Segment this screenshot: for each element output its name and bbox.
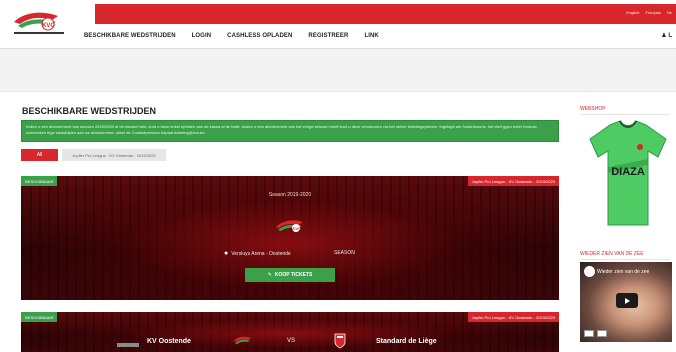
video-heading: WIEDER ZIEN VAN DE ZEE — [580, 251, 644, 257]
nav-link[interactable]: LINK — [364, 33, 378, 39]
svg-text:KVO: KVO — [293, 226, 302, 231]
kvo-card-logo: KVO — [276, 220, 303, 232]
match-card-season: BESCHIKBAAR Jupiler Pro League - KV Oost… — [21, 176, 559, 300]
status-badge: BESCHIKBAAR — [21, 312, 58, 322]
hero-divider — [0, 91, 676, 92]
status-badge: BESCHIKBAAR — [21, 176, 58, 186]
lang-dutch[interactable]: Ne — [667, 10, 672, 15]
kvo-logo[interactable]: KVO — [12, 8, 66, 38]
main-nav: BESCHIKBARE WEDSTRIJDEN LOGIN CASHLESS O… — [84, 33, 379, 39]
match-card-game: BESCHIKBAAR Jupiler Pro League - KV Oost… — [21, 312, 559, 352]
user-menu[interactable]: ♟ L — [661, 32, 672, 39]
play-icon — [625, 297, 630, 304]
nav-registreer[interactable]: REGISTREER — [308, 33, 348, 39]
venue-info: ● Versluys Arena - Oostende — [224, 250, 291, 257]
lang-french[interactable]: Français — [646, 10, 661, 15]
svg-text:KVO: KVO — [42, 23, 55, 29]
page-title: BESCHIKBARE WEDSTRIJDEN — [22, 106, 157, 116]
home-team: KV Oostende — [147, 338, 191, 345]
lang-english[interactable]: English — [626, 10, 639, 15]
nav-login[interactable]: LOGIN — [192, 33, 212, 39]
versus-label: VS — [287, 338, 296, 344]
nav-beschikbare-wedstrijden[interactable]: BESCHIKBARE WEDSTRIJDEN — [84, 33, 176, 39]
video-player[interactable]: Wieder zien van de zee — [580, 262, 672, 342]
channel-avatar[interactable] — [584, 266, 595, 277]
buy-tickets-button[interactable]: ✎ KOOP TICKETS — [245, 268, 335, 282]
ticket-icon: ✎ — [267, 272, 272, 278]
shirt-sponsor-text: DIAZA — [611, 166, 645, 178]
buy-tickets-label: KOOP TICKETS — [274, 272, 313, 278]
home-team-logo — [234, 336, 251, 344]
user-icon: ♟ — [661, 33, 667, 39]
language-switcher: English Français Ne — [626, 10, 672, 15]
hero-banner — [0, 49, 676, 91]
user-label: L — [668, 33, 672, 39]
season-tag: SEASON — [334, 250, 355, 256]
webshop-shirt-image[interactable]: DIAZA — [582, 117, 674, 233]
info-alert: Indien u een abonnement van seizoen 2019… — [21, 120, 559, 142]
season-title: Season 2019-2020 — [268, 192, 312, 198]
league-badge: Jupiler Pro League - KV Oostende - 2019/… — [467, 312, 559, 322]
filter-bar: All Jupiler Pro League - KV Oostende - 2… — [21, 149, 166, 161]
webshop-heading: WEBSHOP — [580, 106, 606, 112]
nav-cashless-opladen[interactable]: CASHLESS OPLADEN — [227, 33, 292, 39]
league-badge: Jupiler Pro League - KV Oostende - 2019/… — [467, 176, 559, 186]
video-divider — [580, 259, 670, 260]
map-marker-icon: ● — [224, 250, 229, 257]
filter-all-button[interactable]: All — [21, 149, 58, 161]
horizontal-scrollbar[interactable] — [117, 343, 139, 347]
video-controls — [584, 330, 668, 337]
away-team: Standard de Liège — [376, 338, 437, 345]
top-bar: English Français Ne — [95, 4, 676, 24]
play-button[interactable] — [616, 293, 638, 308]
video-title[interactable]: Wieder zien van de zee — [597, 269, 649, 275]
control-icon[interactable] — [584, 330, 594, 337]
venue-name: Versluys Arena - Oostende — [231, 250, 291, 257]
webshop-divider — [580, 114, 670, 115]
filter-league-button[interactable]: Jupiler Pro League - KV Oostende - 2019/… — [62, 149, 166, 161]
control-icon[interactable] — [597, 330, 607, 337]
